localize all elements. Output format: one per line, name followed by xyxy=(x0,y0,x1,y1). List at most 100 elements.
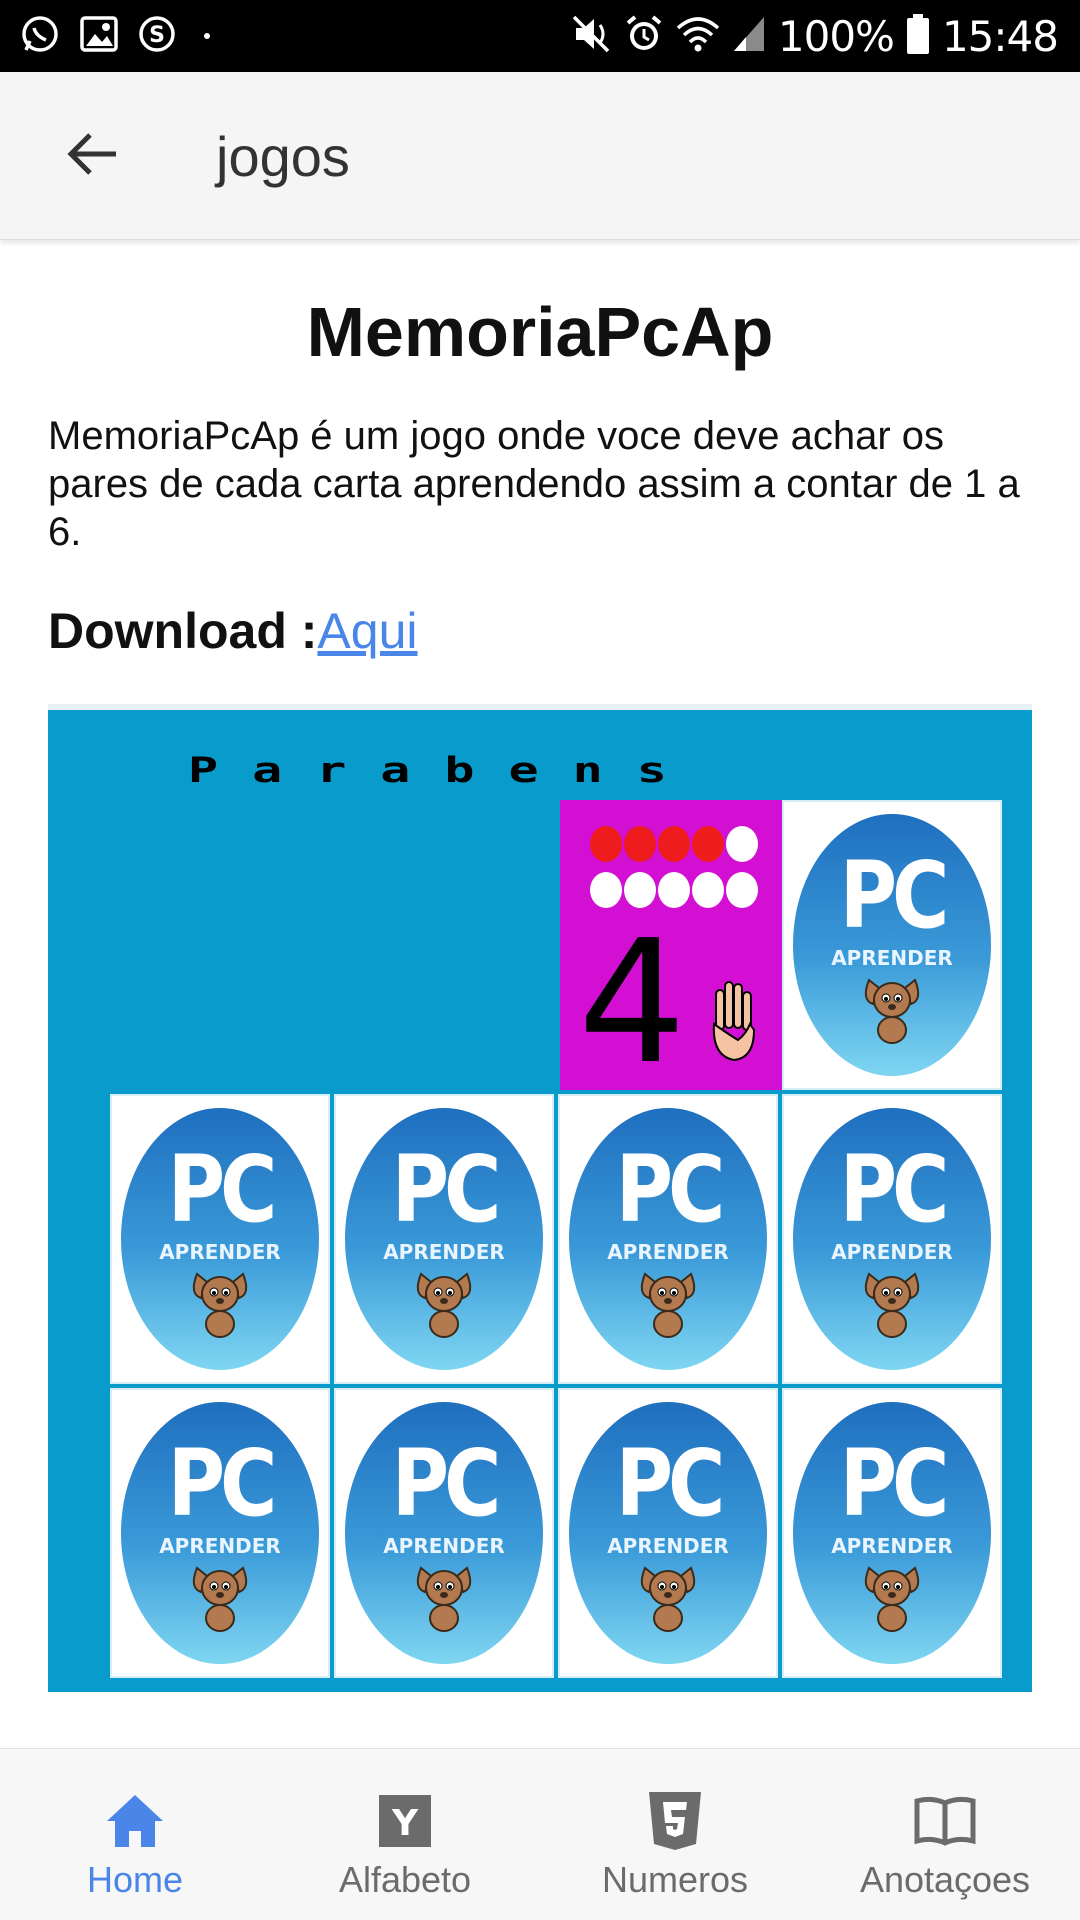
memory-card[interactable]: PC APRENDER xyxy=(110,1094,330,1384)
nav-item-anotacoes[interactable]: Anotaçoes xyxy=(810,1749,1080,1920)
pc-aprender-logo: PC APRENDER xyxy=(345,1402,543,1664)
dots-row-top xyxy=(590,826,758,862)
pc-aprender-logo: PC APRENDER xyxy=(121,1402,319,1664)
dot-empty xyxy=(726,872,758,908)
memory-card[interactable]: PC APRENDER xyxy=(782,800,1002,1090)
nav-item-alfabeto[interactable]: Y Alfabeto xyxy=(270,1749,540,1920)
card-logo-sub: APRENDER xyxy=(607,1534,729,1558)
memory-card[interactable]: PC APRENDER xyxy=(782,1388,1002,1678)
memory-card[interactable]: PC APRENDER xyxy=(110,1388,330,1678)
alphabet-y-icon: Y xyxy=(373,1789,437,1853)
banner-text: Parabens xyxy=(188,750,701,791)
card-logo-text: PC xyxy=(391,1136,502,1243)
app-bar: jogos xyxy=(0,72,1080,240)
battery-icon xyxy=(906,13,930,59)
dot-icon xyxy=(204,33,210,39)
download-line: Download :Aqui xyxy=(48,602,418,660)
book-icon xyxy=(913,1789,977,1853)
revealed-number: 4 xyxy=(578,904,687,1102)
dot-filled xyxy=(692,826,724,862)
dot-filled xyxy=(590,826,622,862)
alarm-icon xyxy=(624,14,664,59)
wifi-icon xyxy=(676,14,720,59)
pc-aprender-logo: PC APRENDER xyxy=(793,1108,991,1370)
dog-icon xyxy=(859,1268,925,1343)
dog-icon xyxy=(411,1562,477,1637)
dog-icon xyxy=(859,1562,925,1637)
memory-card[interactable]: PC APRENDER xyxy=(782,1094,1002,1384)
hand-four-fingers-icon xyxy=(710,980,760,1069)
card-logo-text: PC xyxy=(615,1430,726,1537)
card-logo-sub: APRENDER xyxy=(831,946,953,970)
pc-aprender-logo: PC APRENDER xyxy=(793,814,991,1076)
article-title: MemoriaPcAp xyxy=(306,293,774,371)
dog-icon xyxy=(411,1268,477,1343)
notification-icons: S xyxy=(20,14,210,59)
signal-icon xyxy=(732,15,766,58)
card-logo-sub: APRENDER xyxy=(607,1240,729,1264)
card-logo-sub: APRENDER xyxy=(159,1534,281,1558)
dog-icon xyxy=(859,974,925,1049)
dog-icon xyxy=(187,1562,253,1637)
download-label: Download : xyxy=(48,603,318,659)
card-logo-text: PC xyxy=(839,1136,950,1243)
status-bar: S 100% 15:48 xyxy=(0,0,1080,72)
pc-aprender-logo: PC APRENDER xyxy=(569,1108,767,1370)
revealed-card: 4 xyxy=(560,800,782,1090)
memory-card[interactable]: PC APRENDER xyxy=(558,1388,778,1678)
card-logo-sub: APRENDER xyxy=(383,1240,505,1264)
memory-card[interactable]: PC APRENDER xyxy=(558,1094,778,1384)
clock: 15:48 xyxy=(941,11,1059,61)
bottom-navigation: Home Y Alfabeto Numeros Anotaçoes xyxy=(0,1748,1080,1920)
dot-empty xyxy=(726,826,758,862)
nav-item-home[interactable]: Home xyxy=(0,1749,270,1920)
svg-text:S: S xyxy=(149,23,165,48)
dot-filled xyxy=(624,826,656,862)
card-logo-sub: APRENDER xyxy=(831,1240,953,1264)
card-logo-sub: APRENDER xyxy=(831,1534,953,1558)
memory-card[interactable]: PC APRENDER xyxy=(334,1094,554,1384)
download-link[interactable]: Aqui xyxy=(317,603,417,659)
system-icons: 100% 15:48 xyxy=(570,10,1059,62)
gallery-icon xyxy=(80,15,118,57)
html5-icon xyxy=(643,1789,707,1853)
dog-icon xyxy=(635,1562,701,1637)
skype-icon: S xyxy=(138,15,176,58)
pc-aprender-logo: PC APRENDER xyxy=(793,1402,991,1664)
card-logo-text: PC xyxy=(615,1136,726,1243)
whatsapp-icon xyxy=(20,14,60,59)
battery-percent: 100% xyxy=(777,11,895,61)
card-logo-sub: APRENDER xyxy=(159,1240,281,1264)
game-screenshot: Parabens 4 PC APRENDER PC APRENDER PC AP… xyxy=(48,704,1032,1692)
card-logo-text: PC xyxy=(839,842,950,949)
card-logo-text: PC xyxy=(167,1430,278,1537)
article: MemoriaPcAp MemoriaPcAp é um jogo onde v… xyxy=(48,240,1032,1748)
mute-icon xyxy=(570,13,612,60)
dog-icon xyxy=(187,1268,253,1343)
card-logo-text: PC xyxy=(391,1430,502,1537)
nav-label: Numeros xyxy=(601,1859,749,1900)
dog-icon xyxy=(635,1268,701,1343)
arrow-left-icon xyxy=(66,132,118,181)
page-title: jogos xyxy=(216,125,350,188)
dot-empty xyxy=(658,872,690,908)
svg-text:Y: Y xyxy=(391,1803,419,1844)
card-logo-text: PC xyxy=(167,1136,278,1243)
pc-aprender-logo: PC APRENDER xyxy=(345,1108,543,1370)
pc-aprender-logo: PC APRENDER xyxy=(121,1108,319,1370)
dots-row-bottom xyxy=(590,872,758,908)
nav-label: Anotaçoes xyxy=(859,1859,1031,1900)
memory-card[interactable]: PC APRENDER xyxy=(334,1388,554,1678)
dot-empty xyxy=(692,872,724,908)
nav-label: Home xyxy=(86,1859,184,1900)
dot-filled xyxy=(658,826,690,862)
home-icon xyxy=(103,1789,167,1853)
pc-aprender-logo: PC APRENDER xyxy=(569,1402,767,1664)
article-description: MemoriaPcAp é um jogo onde voce deve ach… xyxy=(48,414,1020,554)
back-button[interactable] xyxy=(62,126,122,186)
nav-label: Alfabeto xyxy=(338,1859,472,1900)
card-logo-sub: APRENDER xyxy=(383,1534,505,1558)
nav-item-numeros[interactable]: Numeros xyxy=(540,1749,810,1920)
dot-empty xyxy=(624,872,656,908)
card-logo-text: PC xyxy=(839,1430,950,1537)
